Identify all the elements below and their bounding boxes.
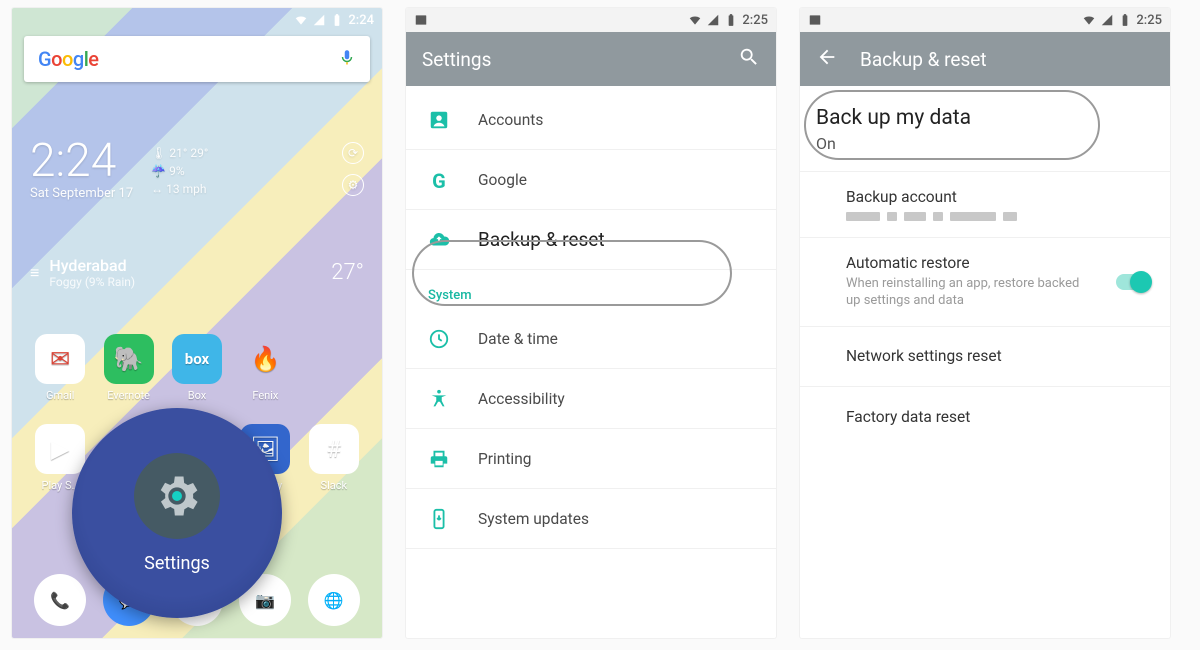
weather-temp: 27° bbox=[331, 260, 364, 285]
appbar-title: Settings bbox=[422, 48, 716, 71]
auto-restore-toggle[interactable] bbox=[1116, 274, 1150, 290]
weather-widget[interactable]: ≡ Hyderabad Foggy (9% Rain) 27° bbox=[30, 256, 364, 289]
app-slack[interactable]: #Slack bbox=[300, 424, 368, 492]
status-bar: 2:25 bbox=[800, 8, 1170, 32]
backup-list: Back up my data On Backup account Automa… bbox=[800, 86, 1170, 447]
clock-icon bbox=[428, 328, 450, 350]
row-backup-reset[interactable]: Backup & reset bbox=[406, 210, 776, 270]
appbar-title: Backup & reset bbox=[860, 48, 1154, 71]
image-icon bbox=[414, 13, 428, 27]
accessibility-icon bbox=[428, 388, 450, 410]
backup-icon bbox=[428, 229, 450, 251]
redacted-account bbox=[846, 212, 1150, 221]
weather-location: Hyderabad bbox=[49, 256, 135, 275]
weather-brief: 🌡 21° 29° ☔ 9% ↔ 13 mph bbox=[151, 138, 208, 198]
dock-chrome[interactable]: 🌐 bbox=[300, 574, 368, 626]
row-factory-reset[interactable]: Factory data reset bbox=[800, 387, 1170, 447]
wifi-icon bbox=[294, 13, 308, 27]
status-time: 2:24 bbox=[348, 13, 374, 28]
zoom-label: Settings bbox=[144, 553, 210, 574]
signal-icon bbox=[706, 13, 720, 27]
settings-list: Accounts G Google Backup & reset System … bbox=[406, 86, 776, 549]
app-bar: Settings bbox=[406, 32, 776, 86]
weather-condition: Foggy (9% Rain) bbox=[49, 275, 135, 289]
row-auto-restore[interactable]: Automatic restore When reinstalling an a… bbox=[800, 238, 1170, 327]
row-system-updates[interactable]: System updates bbox=[406, 489, 776, 549]
settings-screen: 2:25 Settings Accounts G Google Backup &… bbox=[406, 8, 776, 638]
google-search[interactable]: Google bbox=[24, 36, 370, 82]
app-gmail[interactable]: ✉Gmail bbox=[26, 334, 94, 402]
refresh-icon[interactable]: ⟳ bbox=[342, 142, 364, 164]
fog-icon: ≡ bbox=[30, 263, 39, 283]
row-accounts[interactable]: Accounts bbox=[406, 90, 776, 150]
status-bar: 2:24 bbox=[12, 8, 382, 32]
dock-phone[interactable]: 📞 bbox=[26, 574, 94, 626]
zoom-highlight-settings[interactable]: Settings bbox=[72, 408, 282, 618]
status-bar: 2:25 bbox=[406, 8, 776, 32]
settings-app-icon bbox=[134, 453, 220, 539]
app-evernote[interactable]: 🐘Evernote bbox=[94, 334, 162, 402]
search-icon[interactable] bbox=[738, 46, 760, 73]
google-logo: Google bbox=[38, 47, 99, 71]
signal-icon bbox=[1100, 13, 1114, 27]
image-icon bbox=[808, 13, 822, 27]
row-backup-account[interactable]: Backup account bbox=[800, 172, 1170, 238]
battery-icon bbox=[330, 13, 344, 27]
row-google[interactable]: G Google bbox=[406, 150, 776, 210]
app-box[interactable]: boxBox bbox=[163, 334, 231, 402]
back-icon[interactable] bbox=[816, 46, 838, 73]
update-icon bbox=[428, 508, 450, 530]
google-icon: G bbox=[428, 169, 450, 191]
battery-icon bbox=[1118, 13, 1132, 27]
accounts-icon bbox=[428, 109, 450, 131]
settings-small-icon[interactable]: ⚙ bbox=[342, 174, 364, 196]
app-fenix[interactable]: 🔥Fenix bbox=[231, 334, 299, 402]
wifi-icon bbox=[1082, 13, 1096, 27]
clock-time: 2:24 bbox=[30, 138, 133, 184]
section-system: System bbox=[406, 270, 776, 309]
row-network-reset[interactable]: Network settings reset bbox=[800, 327, 1170, 387]
row-backup-my-data[interactable]: Back up my data On bbox=[800, 90, 1170, 172]
row-date-time[interactable]: Date & time bbox=[406, 309, 776, 369]
status-time: 2:25 bbox=[742, 13, 768, 28]
wifi-icon bbox=[688, 13, 702, 27]
clock-widget[interactable]: 2:24 Sat September 17 🌡 21° 29° ☔ 9% ↔ 1… bbox=[30, 138, 364, 201]
status-time: 2:25 bbox=[1136, 13, 1162, 28]
app-bar: Backup & reset bbox=[800, 32, 1170, 86]
home-screen: 2:24 Google 2:24 Sat September 17 🌡 21° … bbox=[12, 8, 382, 638]
row-printing[interactable]: Printing bbox=[406, 429, 776, 489]
row-accessibility[interactable]: Accessibility bbox=[406, 369, 776, 429]
mic-icon[interactable] bbox=[338, 46, 356, 72]
clock-date: Sat September 17 bbox=[30, 186, 133, 201]
print-icon bbox=[428, 448, 450, 470]
backup-reset-screen: 2:25 Backup & reset Back up my data On B… bbox=[800, 8, 1170, 638]
battery-icon bbox=[724, 13, 738, 27]
signal-icon bbox=[312, 13, 326, 27]
